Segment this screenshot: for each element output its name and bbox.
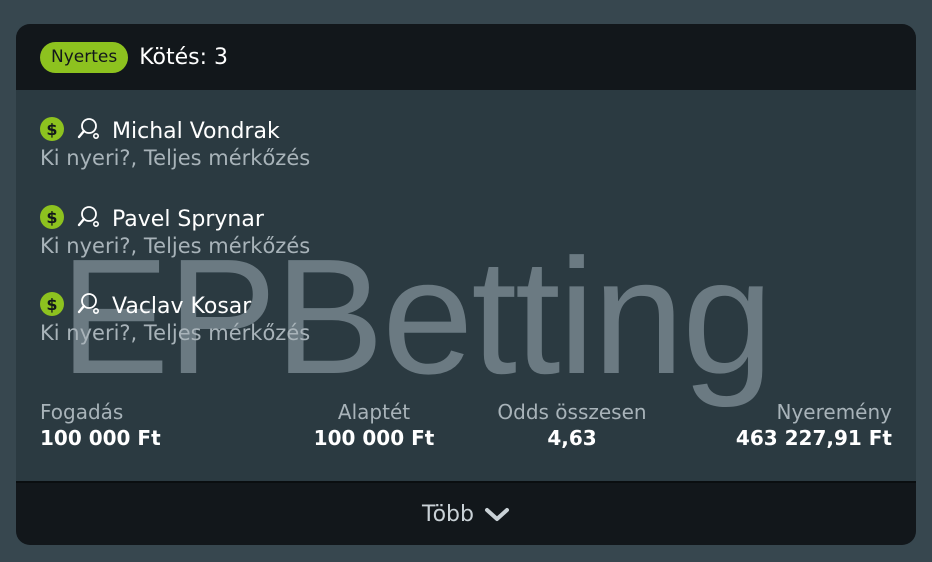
total-odds-value: 4,63 (547, 426, 597, 450)
table-tennis-icon (77, 293, 99, 314)
market-label: Ki nyeri?, Teljes mérkőzés (40, 234, 311, 258)
selection-item: $ Pavel Sprynar Ki nyeri?, Teljes mérkőz… (40, 205, 310, 258)
base-stake-label: Alaptét (337, 400, 411, 424)
more-label: Több (422, 501, 474, 527)
selection-item: $ Michal Vondrak Ki nyeri?, Teljes mérkő… (40, 117, 310, 170)
market-label: Ki nyeri?, Teljes mérkőzés (40, 321, 311, 345)
bet-summary: Fogadás 100 000 Ft Alaptét 100 000 Ft Od… (16, 400, 916, 460)
stake-value: 100 000 Ft (40, 426, 161, 450)
card-header: Nyertes Kötés: 3 (16, 24, 916, 90)
dollar-icon: $ (40, 292, 64, 316)
player-name: Vaclav Kosar (112, 293, 252, 319)
winnings-value: 463 227,91 Ft (735, 426, 892, 450)
selection-item: $ Vaclav Kosar Ki nyeri?, Teljes mérkőzé… (40, 292, 310, 345)
dollar-icon: $ (40, 205, 64, 229)
player-name: Pavel Sprynar (112, 206, 264, 232)
chevron-down-icon (484, 508, 509, 521)
base-stake-value: 100 000 Ft (313, 426, 435, 450)
more-button[interactable]: Több (16, 481, 916, 545)
player-name: Michal Vondrak (112, 118, 280, 144)
stake-stat: Fogadás 100 000 Ft (40, 400, 161, 450)
total-odds-label: Odds összesen (497, 400, 647, 424)
table-tennis-icon (77, 118, 99, 139)
winnings-label: Nyeremény (776, 400, 893, 424)
dollar-icon: $ (40, 117, 64, 141)
status-badge: Nyertes (40, 41, 129, 73)
total-odds-stat: Odds összesen 4,63 (482, 400, 662, 450)
bet-ticket-card: Nyertes Kötés: 3 EPBetting $ Michal Vond… (16, 24, 916, 545)
market-label: Ki nyeri?, Teljes mérkőzés (40, 146, 311, 170)
card-body: EPBetting $ Michal Vondrak Ki nyeri?, Te… (16, 90, 916, 481)
stake-label: Fogadás (40, 400, 124, 424)
winnings-stat: Nyeremény 463 227,91 Ft (736, 400, 892, 450)
base-stake-stat: Alaptét 100 000 Ft (288, 400, 460, 450)
bet-count-title: Kötés: 3 (139, 44, 229, 70)
table-tennis-icon (77, 206, 99, 227)
